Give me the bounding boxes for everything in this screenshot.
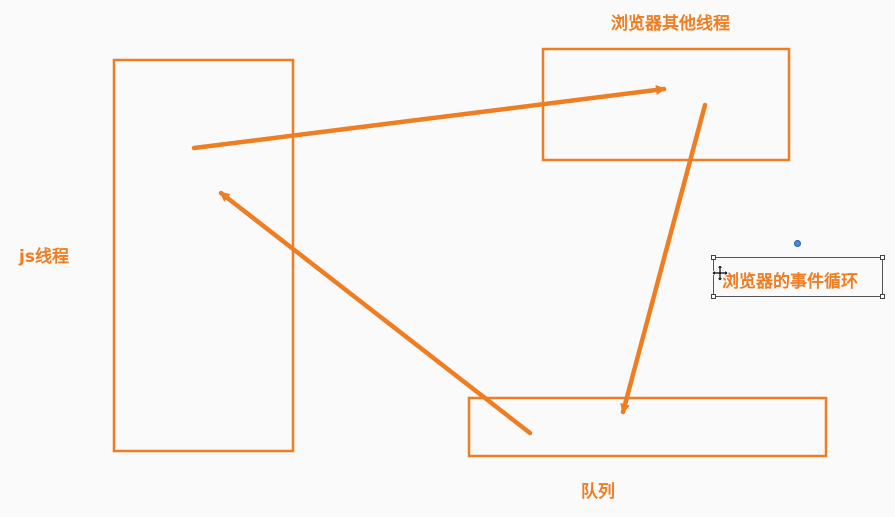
arrow-browser-to-queue[interactable]: [620, 102, 708, 415]
resize-handle-top-right[interactable]: [880, 255, 885, 260]
arrow-js-to-browser[interactable]: [191, 85, 667, 151]
move-cursor-icon: [711, 264, 729, 282]
browser-other-threads-label: 浏览器其他线程: [611, 14, 730, 34]
rotate-handle-icon[interactable]: [794, 240, 801, 247]
browser-threads-box[interactable]: [541, 47, 791, 162]
diagram-canvas: js线程 浏览器其他线程 队列 浏览器的事件循环: [0, 0, 895, 517]
resize-handle-bottom-right[interactable]: [880, 294, 885, 299]
event-loop-textbox[interactable]: 浏览器的事件循环: [711, 255, 885, 299]
arrow-queue-to-js[interactable]: [218, 190, 533, 436]
js-thread-box[interactable]: [112, 58, 295, 453]
js-thread-label: js线程: [19, 247, 69, 267]
resize-handle-top-left[interactable]: [711, 255, 716, 260]
resize-handle-bottom-left[interactable]: [711, 294, 716, 299]
queue-label: 队列: [581, 482, 615, 502]
event-loop-label: 浏览器的事件循环: [722, 272, 858, 292]
